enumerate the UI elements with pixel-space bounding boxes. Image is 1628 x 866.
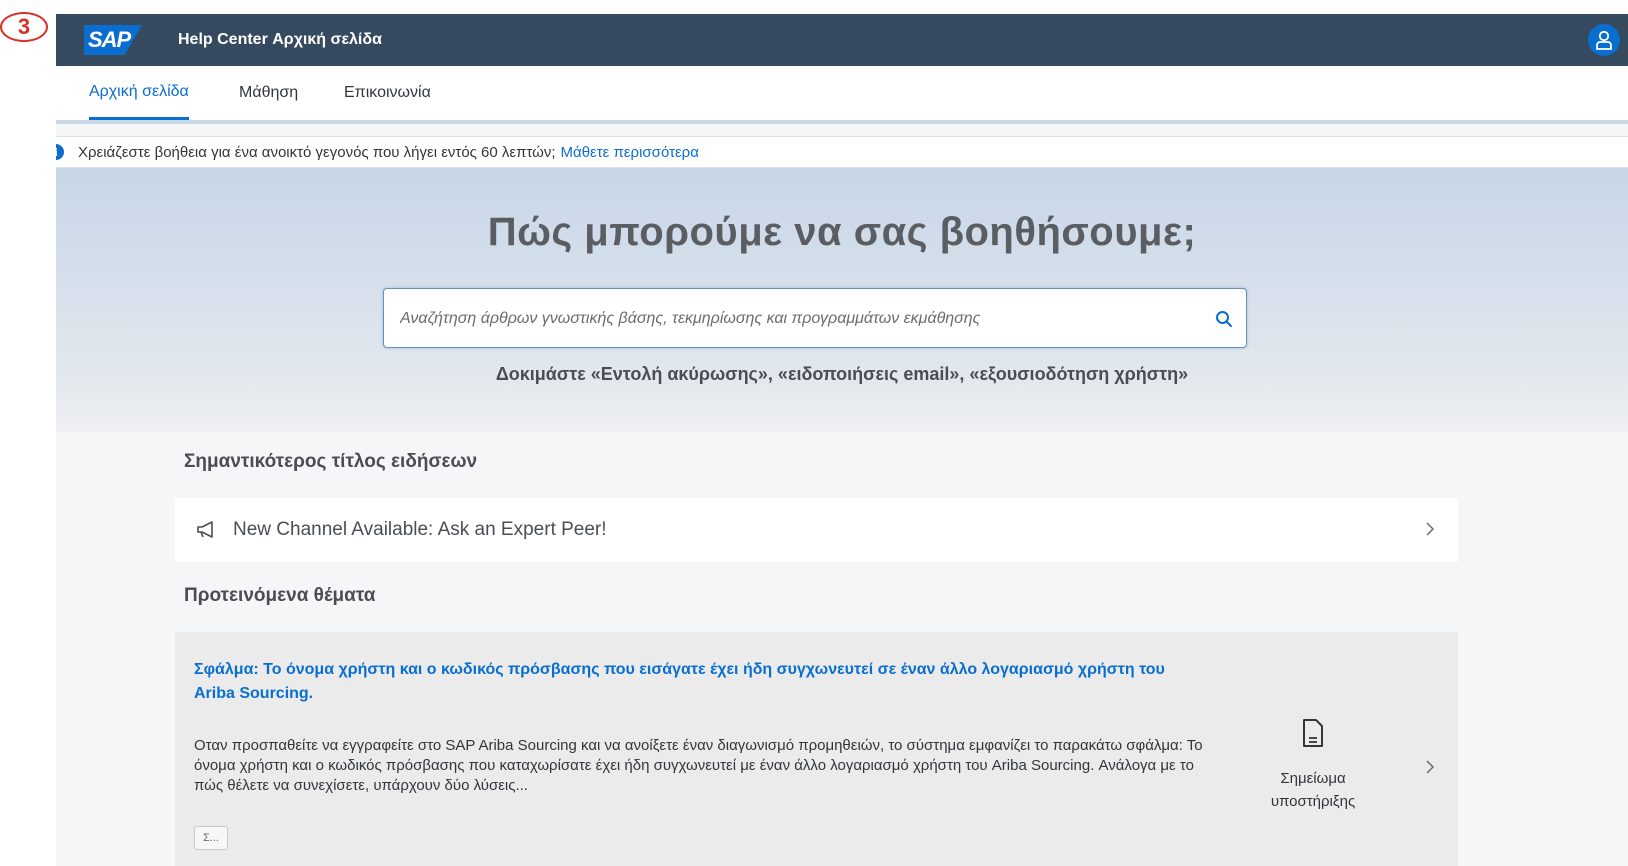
hero-title: Πώς μπορούμε να σας βοηθήσουμε; [487, 210, 1197, 254]
sap-logo[interactable]: SAP [84, 25, 142, 55]
topic-title-link[interactable]: Σφάλμα: Το όνομα χρήστη και ο κωδικός πρ… [194, 658, 1194, 706]
hero-search-section: Πώς μπορούμε να σας βοηθήσουμε; Δοκιμάστ… [56, 168, 1628, 432]
recommended-topic-card[interactable]: Σφάλμα: Το όνομα χρήστη και ο κωδικός πρ… [175, 632, 1458, 866]
user-icon [1596, 30, 1612, 50]
chevron-right-icon [1426, 522, 1435, 536]
chevron-right-icon [1426, 760, 1435, 774]
tab-home[interactable]: Αρχική σελίδα [89, 66, 189, 120]
topic-tag: Σ... [194, 826, 228, 850]
topic-type-label: Σημείωμα υποστήριξης [1270, 770, 1356, 810]
topic-type: Σημείωμα υποστήριξης [1253, 718, 1373, 813]
help-center-app: SAP Help Center Αρχική σελίδα Αρχική σελ… [56, 14, 1628, 866]
tab-learning[interactable]: Μάθηση [239, 66, 298, 120]
info-banner: i Χρειάζεστε βοήθεια για ένα ανοικτό γεγ… [56, 136, 1628, 168]
learn-more-link[interactable]: Μάθετε περισσότερα [561, 144, 699, 161]
news-item-text: New Channel Available: Ask an Expert Pee… [233, 519, 607, 540]
tab-contact[interactable]: Επικοινωνία [344, 66, 431, 120]
info-banner-text: Χρειάζεστε βοήθεια για ένα ανοικτό γεγον… [78, 143, 556, 161]
news-section-title: Σημαντικότερος τίτλος ειδήσεων [184, 451, 478, 472]
info-icon: i [56, 144, 64, 160]
nav-tab-bar: Αρχική σελίδα Μάθηση Επικοινωνία [56, 66, 1628, 124]
app-title: Help Center Αρχική σελίδα [178, 31, 382, 48]
topic-description: Οταν προσπαθείτε να εγγραφείτε στο SAP A… [194, 737, 1203, 794]
step-number-marker: 3 [0, 12, 48, 42]
recommended-section-title: Προτεινόμενα θέματα [184, 585, 376, 606]
megaphone-icon [197, 521, 213, 538]
news-item[interactable]: New Channel Available: Ask an Expert Pee… [175, 498, 1458, 562]
search-input[interactable] [398, 289, 1192, 349]
search-icon[interactable] [1214, 309, 1234, 329]
user-avatar-button[interactable] [1588, 24, 1620, 56]
shell-bar: SAP Help Center Αρχική σελίδα [56, 14, 1628, 66]
document-icon [1303, 719, 1323, 747]
search-box [383, 288, 1247, 349]
search-suggestions-text: Δοκιμάστε «Εντολή ακύρωσης», «ειδοποιήσε… [495, 364, 1189, 384]
